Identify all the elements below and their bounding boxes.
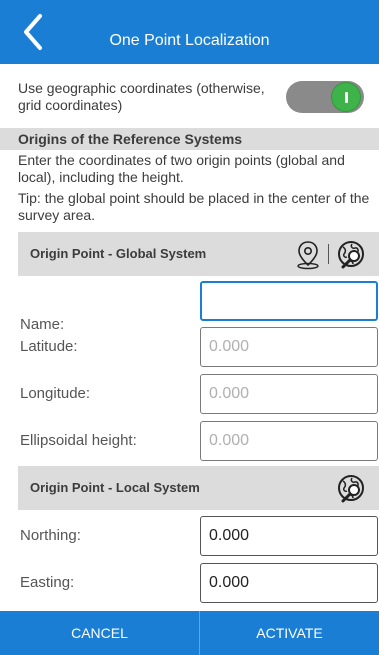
globe-search-icon[interactable]	[334, 472, 366, 504]
global-system-header: Origin Point - Global System	[18, 232, 379, 276]
map-pin-icon[interactable]	[292, 238, 324, 270]
section-description: Enter the coordinates of two origin poin…	[18, 152, 345, 185]
ellipsoidal-height-input[interactable]: 0.000	[200, 421, 378, 461]
globe-search-icon[interactable]	[334, 238, 366, 270]
northing-label: Northing:	[20, 527, 81, 544]
longitude-input[interactable]: 0.000	[200, 374, 378, 414]
local-system-title: Origin Point - Local System	[30, 480, 200, 495]
activate-button[interactable]: ACTIVATE	[200, 611, 379, 655]
easting-label: Easting:	[20, 574, 75, 591]
local-system-header: Origin Point - Local System	[18, 466, 379, 510]
app-header: One Point Localization	[0, 0, 379, 64]
geographic-coordinates-toggle[interactable]	[286, 81, 364, 113]
cancel-button[interactable]: CANCEL	[0, 611, 199, 655]
page-title: One Point Localization	[109, 32, 270, 49]
latitude-label: Latitude:	[20, 338, 78, 355]
geographic-coordinates-row: Use geographic coordinates (otherwise, g…	[0, 64, 379, 128]
ellipsoidal-height-label: Ellipsoidal height:	[20, 432, 137, 449]
footer-bar: CANCEL ACTIVATE	[0, 611, 379, 655]
toggle-on-mark	[345, 92, 348, 103]
northing-input[interactable]: 0.000	[200, 516, 378, 556]
name-label: Name:	[20, 316, 65, 333]
section-title: Origins of the Reference Systems	[0, 128, 379, 150]
easting-input[interactable]: 0.000	[200, 563, 378, 603]
icon-divider	[328, 244, 329, 264]
toggle-knob	[331, 82, 361, 112]
global-system-title: Origin Point - Global System	[30, 246, 207, 261]
toggle-label: Use geographic coordinates (otherwise, g…	[18, 80, 265, 113]
longitude-label: Longitude:	[20, 385, 91, 402]
section-tip: Tip: the global point should be placed i…	[18, 190, 370, 223]
name-input[interactable]	[200, 281, 378, 321]
latitude-input[interactable]: 0.000	[200, 327, 378, 367]
